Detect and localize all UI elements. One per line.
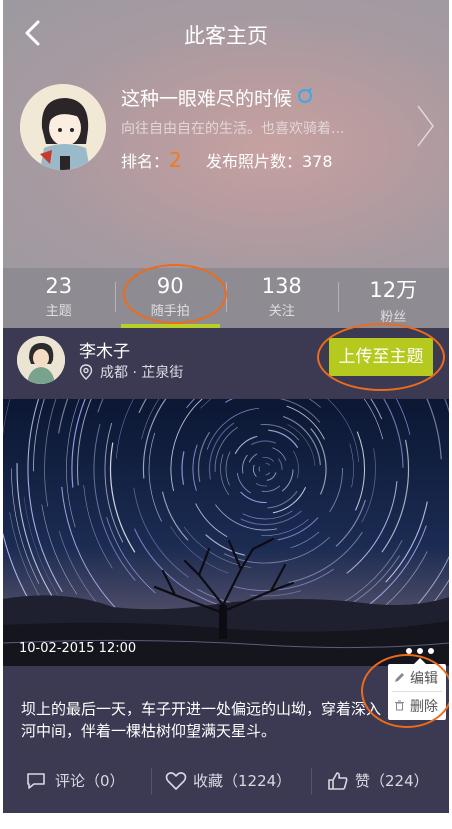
like-button[interactable]: 赞（224） xyxy=(327,764,437,800)
location-pin-icon xyxy=(79,364,93,380)
thumbs-up-icon xyxy=(327,771,349,791)
favorite-button[interactable]: 收藏（1224） xyxy=(165,764,305,800)
comment-button[interactable]: 评论（0） xyxy=(25,764,145,800)
author-avatar[interactable] xyxy=(17,336,65,384)
post-photo[interactable]: 10-02-2015 12:00 xyxy=(3,399,449,666)
profile-name: 这种一眼难尽的时候 xyxy=(121,84,292,111)
favorite-label: 收藏（1224） xyxy=(193,770,291,791)
profile-bio: 向往自由自在的生活。也喜欢骑着... xyxy=(121,118,344,138)
page-title: 此客主页 xyxy=(3,20,449,50)
tab-count: 23 xyxy=(3,274,115,298)
bottom-margin xyxy=(3,813,449,829)
profile-header: 此客主页 这种一眼难尽的时候 向往自由自在的生活。也喜欢骑着... 排名：2 发… xyxy=(3,0,449,268)
heart-icon xyxy=(165,771,187,791)
tab-count: 138 xyxy=(226,274,338,298)
action-divider xyxy=(151,768,152,794)
tab-followers[interactable]: 12万 粉丝 xyxy=(338,268,450,328)
profile-screen: 此客主页 这种一眼难尽的时候 向往自由自在的生活。也喜欢骑着... 排名：2 发… xyxy=(3,0,449,829)
author-name[interactable]: 李木子 xyxy=(79,337,130,362)
action-divider xyxy=(311,768,312,794)
comment-icon xyxy=(25,771,47,791)
annotation-ring xyxy=(317,323,445,391)
chevron-right-icon[interactable] xyxy=(415,104,435,148)
photos-value: 378 xyxy=(302,152,333,171)
photos-label: 发布照片数： xyxy=(206,152,302,171)
verified-icon xyxy=(298,87,314,103)
post-description: 坝上的最后一天，车子开进一处偏远的山坳，穿着深入河中间，伴着一棵枯树仰望满天星斗… xyxy=(21,698,389,742)
avatar[interactable] xyxy=(20,84,106,170)
annotation-ring xyxy=(123,264,227,324)
post-actions: 评论（0） 收藏（1224） 赞（224） xyxy=(3,764,449,804)
tab-label: 粉丝 xyxy=(338,306,450,325)
annotation-ring xyxy=(361,654,449,728)
tab-count: 12万 xyxy=(338,274,450,304)
comment-label: 评论（0） xyxy=(55,770,125,791)
tab-following[interactable]: 138 关注 xyxy=(226,268,338,328)
tab-label: 主题 xyxy=(3,300,115,319)
tab-label: 关注 xyxy=(226,300,338,319)
photo-date: 10-02-2015 12:00 xyxy=(19,641,136,656)
rank-label: 排名： xyxy=(121,152,169,171)
tab-topics[interactable]: 23 主题 xyxy=(3,268,115,328)
profile-stats: 排名：2 发布照片数：378 xyxy=(121,148,333,172)
like-label: 赞（224） xyxy=(355,770,429,791)
post-location: 成都 · 芷泉街 xyxy=(100,362,183,382)
rank-value: 2 xyxy=(169,148,182,172)
